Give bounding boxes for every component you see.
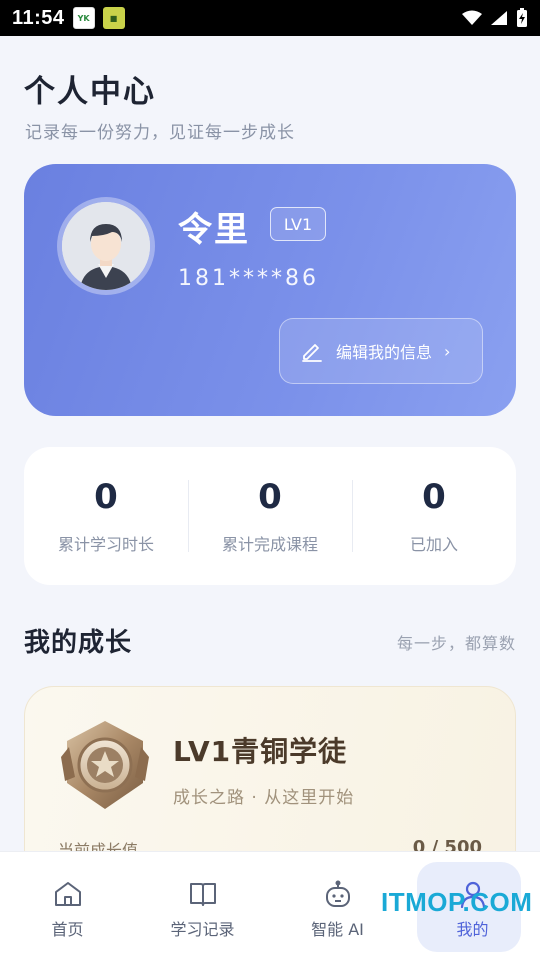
signal-icon: [491, 11, 507, 25]
stat-study-time[interactable]: 0 累计学习时长: [24, 447, 188, 585]
user-name: 令里: [178, 210, 250, 250]
stats-card: 0 累计学习时长 0 累计完成课程 0 已加入: [24, 447, 516, 585]
edit-pencil-icon: [302, 344, 322, 362]
chevron-right-icon: ›: [444, 341, 451, 361]
growth-tagline: 成长之路 · 从这里开始: [173, 788, 355, 808]
edit-profile-button[interactable]: 编辑我的信息 ›: [279, 318, 483, 384]
tab-home[interactable]: 首页: [0, 852, 135, 960]
stat-value: 0: [94, 477, 118, 517]
user-phone: 181****86: [178, 266, 319, 291]
stat-label: 累计完成课程: [221, 535, 318, 554]
avatar-person-icon: [62, 202, 150, 290]
stat-label: 已加入: [409, 535, 458, 554]
bronze-medal-icon: [61, 721, 149, 809]
stat-label: 累计学习时长: [57, 535, 154, 554]
status-bar: 11:54 YK ■: [0, 0, 540, 36]
page-subtitle: 记录每一份努力，见证每一步成长: [25, 123, 295, 143]
status-indicators: [462, 8, 528, 28]
stat-completed-courses[interactable]: 0 累计完成课程: [188, 447, 352, 585]
battery-icon: [517, 8, 527, 27]
stat-joined[interactable]: 0 已加入: [352, 447, 516, 585]
avatar[interactable]: [57, 197, 155, 295]
status-time: 11:54: [12, 6, 65, 29]
growth-level-name: LV1青铜学徒: [173, 735, 348, 768]
app-icon-yk: YK: [72, 7, 95, 29]
app-icon-green: ■: [102, 7, 125, 29]
wifi-icon: [462, 10, 482, 25]
tab-label: 首页: [51, 920, 84, 939]
level-badge: LV1: [270, 207, 326, 241]
section-title-growth: 我的成长: [24, 628, 133, 658]
stat-value: 0: [258, 477, 282, 517]
profile-page: 个人中心 记录每一份努力，见证每一步成长 令里 LV1 181****86 编辑…: [0, 36, 540, 960]
tab-study-records[interactable]: 学习记录: [135, 852, 270, 960]
book-icon: [189, 883, 216, 906]
robot-icon: [325, 880, 350, 907]
profile-card: 令里 LV1 181****86 编辑我的信息 ›: [24, 164, 516, 416]
tab-label: 智能 AI: [311, 920, 364, 939]
tab-label: 学习记录: [170, 920, 235, 939]
tab-label: 我的: [456, 920, 489, 939]
home-icon: [54, 882, 81, 906]
edit-profile-label: 编辑我的信息: [336, 343, 433, 362]
section-hint: 每一步，都算数: [396, 634, 516, 653]
page-title: 个人中心: [24, 74, 156, 110]
stat-value: 0: [422, 477, 446, 517]
avatar-image: [62, 202, 150, 290]
watermark: ITMOP.COM: [381, 887, 533, 917]
